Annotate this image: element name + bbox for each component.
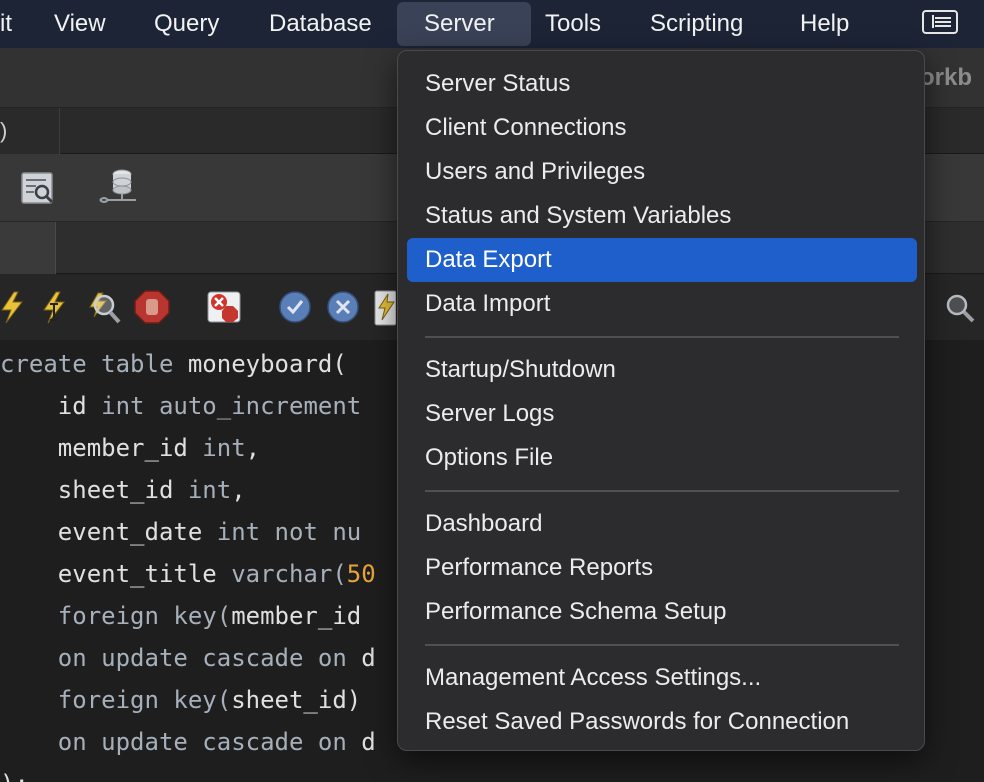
menu-item-server-status[interactable]: Server Status	[407, 62, 917, 106]
code-token: event_date	[0, 518, 217, 546]
sql-inspector-icon[interactable]	[20, 170, 56, 206]
code-token: foreign key(	[0, 686, 232, 714]
code-token: ,	[231, 476, 246, 504]
menu-item-data-import[interactable]: Data Import	[407, 282, 917, 326]
code-token: 50	[346, 560, 376, 588]
rollback-x-icon[interactable]	[326, 290, 360, 324]
menu-item-status-and-system-variables[interactable]: Status and System Variables	[407, 194, 917, 238]
menu-database[interactable]: Database	[257, 0, 384, 48]
server-menu-dropdown: Server Status Client Connections Users and…	[397, 50, 925, 751]
menu-item-client-connections[interactable]: Client Connections	[407, 106, 917, 150]
code-line[interactable]: member_id int,	[0, 427, 376, 469]
lightning-execute-icon[interactable]	[0, 290, 26, 324]
menu-item-dashboard[interactable]: Dashboard	[407, 502, 917, 546]
stop-on-error-icon[interactable]	[206, 290, 242, 324]
code-token: );	[0, 770, 29, 782]
window-layout-icon[interactable]	[922, 10, 958, 34]
menu-separator	[425, 490, 899, 492]
connection-tab[interactable]: )	[0, 108, 60, 154]
code-line[interactable]: foreign key(member_id	[0, 595, 376, 637]
menu-item-data-export[interactable]: Data Export	[407, 238, 917, 282]
menu-item-options-file[interactable]: Options File	[407, 436, 917, 480]
menu-view[interactable]: View	[42, 0, 118, 48]
connection-tab-label: )	[0, 118, 8, 143]
menu-server[interactable]: Server	[397, 2, 531, 46]
database-connection-icon[interactable]	[96, 166, 140, 210]
autocommit-icon[interactable]	[374, 290, 396, 326]
code-token: event_title	[0, 560, 232, 588]
code-token: on update cascade on	[0, 644, 362, 672]
menu-item-performance-reports[interactable]: Performance Reports	[407, 546, 917, 590]
commit-check-icon[interactable]	[278, 290, 312, 324]
menu-separator	[425, 644, 899, 646]
code-token: foreign key(	[0, 602, 232, 630]
code-token: create table	[0, 350, 188, 378]
code-token: int	[187, 476, 232, 504]
find-magnifier-icon[interactable]	[944, 292, 976, 324]
code-token: d	[361, 644, 376, 672]
code-token: on update cascade on	[0, 728, 362, 756]
code-line[interactable]: event_date int not nu	[0, 511, 376, 553]
code-token: varchar(	[231, 560, 347, 588]
stop-hand-icon[interactable]	[134, 290, 170, 324]
code-token: int auto_increment	[101, 392, 362, 420]
explain-magnifier-icon[interactable]	[86, 289, 122, 325]
menu-item-server-logs[interactable]: Server Logs	[407, 392, 917, 436]
code-line[interactable]: on update cascade on d	[0, 637, 376, 679]
code-token: ,	[245, 434, 261, 462]
code-token: int	[202, 434, 246, 462]
menu-help[interactable]: Help	[788, 0, 861, 48]
menu-item-management-access-settings[interactable]: Management Access Settings...	[407, 656, 917, 700]
menu-item-startup-shutdown[interactable]: Startup/Shutdown	[407, 348, 917, 392]
code-token: member_id	[231, 602, 362, 630]
code-token: id	[0, 392, 102, 420]
code-line[interactable]: event_title varchar(50	[0, 553, 376, 595]
sql-code[interactable]: create table moneyboard( id int auto_inc…	[0, 343, 376, 782]
menu-edit[interactable]: it	[0, 0, 24, 48]
code-line[interactable]: on update cascade on d	[0, 721, 376, 763]
code-token: moneyboard(	[187, 350, 347, 378]
menu-scripting[interactable]: Scripting	[638, 0, 755, 48]
lightning-cursor-icon[interactable]	[40, 290, 70, 324]
code-token: member_id	[0, 434, 203, 462]
strip-cell	[0, 222, 56, 274]
code-line[interactable]: sheet_id int,	[0, 469, 376, 511]
menu-separator	[425, 336, 899, 338]
code-line[interactable]: id int auto_increment	[0, 385, 376, 427]
code-token: int not nu	[216, 518, 362, 546]
code-token: sheet_id	[0, 476, 188, 504]
menu-query[interactable]: Query	[142, 0, 231, 48]
window-title: orkb	[920, 64, 973, 91]
menu-item-performance-schema-setup[interactable]: Performance Schema Setup	[407, 590, 917, 634]
code-line[interactable]: foreign key(sheet_id)	[0, 679, 376, 721]
code-token: sheet_id)	[231, 686, 362, 714]
menu-item-reset-saved-passwords-for-connection[interactable]: Reset Saved Passwords for Connection	[407, 700, 917, 744]
menu-tools[interactable]: Tools	[533, 0, 613, 48]
code-line[interactable]: );	[0, 763, 376, 782]
code-line[interactable]: create table moneyboard(	[0, 343, 376, 385]
menu-item-users-and-privileges[interactable]: Users and Privileges	[407, 150, 917, 194]
code-token: d	[361, 728, 376, 756]
menu-bar: it View Query Database Server Tools Scri…	[0, 0, 984, 48]
